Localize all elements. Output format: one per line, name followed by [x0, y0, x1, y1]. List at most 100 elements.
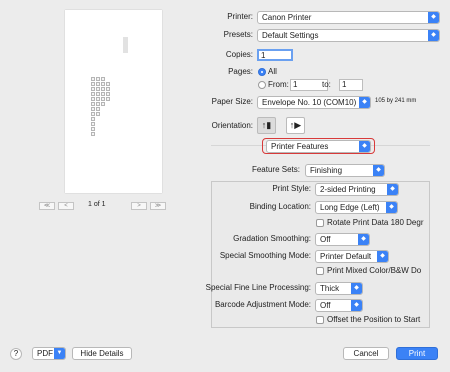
print-preview-page — [65, 10, 162, 193]
pages-all-radio[interactable] — [258, 68, 266, 76]
fine-line-value: Thick — [320, 284, 340, 293]
first-page-button[interactable]: ≪ — [39, 202, 55, 210]
previous-page-button[interactable]: < — [58, 202, 74, 210]
page-indicator: 1 of 1 — [88, 201, 106, 208]
feature-sets-label: Feature Sets: — [251, 165, 300, 174]
next-page-button[interactable]: > — [131, 202, 147, 210]
preview-cell — [91, 82, 95, 86]
pages-range-radio[interactable] — [258, 81, 266, 89]
preview-cell — [106, 82, 110, 86]
preview-cell — [91, 112, 95, 116]
preview-cell — [96, 102, 100, 106]
special-smoothing-label: Special Smoothing Mode: — [219, 251, 311, 260]
preview-cell — [91, 107, 95, 111]
preview-cell — [101, 97, 105, 101]
preview-cell — [106, 97, 110, 101]
preview-mark — [123, 37, 128, 53]
help-button[interactable]: ? — [10, 348, 22, 360]
preview-cell — [91, 122, 95, 126]
preview-cell — [96, 87, 100, 91]
portrait-icon: ↑▮ — [261, 120, 272, 130]
printer-label: Printer: — [227, 12, 253, 21]
pages-to-input[interactable]: 1 — [339, 79, 363, 91]
barcode-value: Off — [320, 301, 331, 310]
gradation-select[interactable]: Off ◆ — [315, 233, 370, 246]
preview-cell — [91, 77, 95, 81]
preview-cell — [91, 97, 95, 101]
cancel-button[interactable]: Cancel — [343, 347, 389, 360]
chevron-updown-icon: ◆ — [428, 12, 439, 23]
gradation-label: Gradation Smoothing: — [233, 234, 311, 243]
preview-cell — [96, 77, 100, 81]
offset-checkbox[interactable] — [316, 316, 324, 324]
barcode-select[interactable]: Off ◆ — [315, 299, 363, 312]
pages-from-label: From: — [268, 80, 289, 89]
feature-sets-select[interactable]: Finishing ◆ — [305, 164, 385, 177]
printer-value: Canon Printer — [262, 13, 312, 22]
rotate-checkbox[interactable] — [316, 219, 324, 227]
preview-cell — [91, 127, 95, 131]
paper-size-label: Paper Size: — [211, 97, 253, 106]
preview-cell — [91, 102, 95, 106]
preview-cell — [91, 132, 95, 136]
chevron-updown-icon: ◆ — [387, 184, 398, 195]
rotate-label: Rotate Print Data 180 Degr — [327, 218, 424, 227]
gradation-value: Off — [320, 235, 331, 244]
preview-cell — [101, 77, 105, 81]
binding-location-select[interactable]: Long Edge (Left) ◆ — [315, 201, 398, 214]
preview-cell — [91, 92, 95, 96]
section-value: Printer Features — [271, 142, 329, 151]
print-mixed-checkbox[interactable] — [316, 267, 324, 275]
paper-dimensions: 105 by 241 mm — [375, 98, 417, 104]
presets-label: Presets: — [223, 30, 253, 39]
chevron-down-icon: ▼ — [54, 348, 65, 359]
chevron-updown-icon: ◆ — [359, 97, 370, 108]
binding-location-label: Binding Location: — [249, 202, 311, 211]
fine-line-label: Special Fine Line Processing: — [205, 283, 311, 292]
fine-line-select[interactable]: Thick ◆ — [315, 282, 363, 295]
pages-to-label: to: — [322, 80, 331, 89]
offset-label: Offset the Position to Start — [327, 315, 421, 324]
print-mixed-label: Print Mixed Color/B&W Do — [327, 266, 422, 275]
preview-cell — [101, 87, 105, 91]
preview-cell — [101, 82, 105, 86]
preview-cell — [101, 102, 105, 106]
landscape-icon: ↑▶ — [289, 120, 302, 130]
preview-cell — [106, 87, 110, 91]
hide-details-button[interactable]: Hide Details — [72, 347, 132, 360]
preview-cell — [96, 92, 100, 96]
preview-cell — [101, 92, 105, 96]
chevron-updown-icon: ◆ — [358, 234, 369, 245]
preview-cell — [96, 82, 100, 86]
special-smoothing-value: Printer Default — [320, 252, 372, 261]
chevron-updown-icon: ◆ — [351, 283, 362, 294]
special-smoothing-select[interactable]: Printer Default ◆ — [315, 250, 389, 263]
barcode-label: Barcode Adjustment Mode: — [214, 300, 311, 309]
presets-select[interactable]: Default Settings ◆ — [257, 29, 440, 42]
last-page-button[interactable]: ≫ — [150, 202, 166, 210]
copies-input[interactable]: 1 — [257, 49, 293, 61]
printer-select[interactable]: Canon Printer ◆ — [257, 11, 440, 24]
print-style-value: 2-sided Printing — [320, 185, 376, 194]
paper-size-value: Envelope No. 10 (COM10) — [262, 98, 357, 107]
section-select[interactable]: Printer Features ◆ — [266, 140, 371, 153]
copies-label: Copies: — [225, 50, 253, 59]
chevron-updown-icon: ◆ — [359, 141, 370, 152]
feature-sets-value: Finishing — [310, 166, 343, 175]
paper-size-select[interactable]: Envelope No. 10 (COM10) ◆ — [257, 96, 371, 109]
portrait-button[interactable]: ↑▮ — [257, 117, 276, 134]
preview-cell — [96, 97, 100, 101]
chevron-updown-icon: ◆ — [377, 251, 388, 262]
pages-label: Pages: — [228, 67, 253, 76]
print-style-select[interactable]: 2-sided Printing ◆ — [315, 183, 399, 196]
landscape-button[interactable]: ↑▶ — [286, 117, 305, 134]
chevron-updown-icon: ◆ — [428, 30, 439, 41]
pdf-label: PDF — [37, 349, 53, 358]
chevron-updown-icon: ◆ — [351, 300, 362, 311]
presets-value: Default Settings — [262, 31, 319, 40]
preview-cell — [91, 117, 95, 121]
print-button[interactable]: Print — [396, 347, 438, 360]
preview-cell — [91, 87, 95, 91]
orientation-label: Orientation: — [211, 121, 253, 130]
pdf-menu-button[interactable]: PDF ▼ — [32, 347, 66, 360]
